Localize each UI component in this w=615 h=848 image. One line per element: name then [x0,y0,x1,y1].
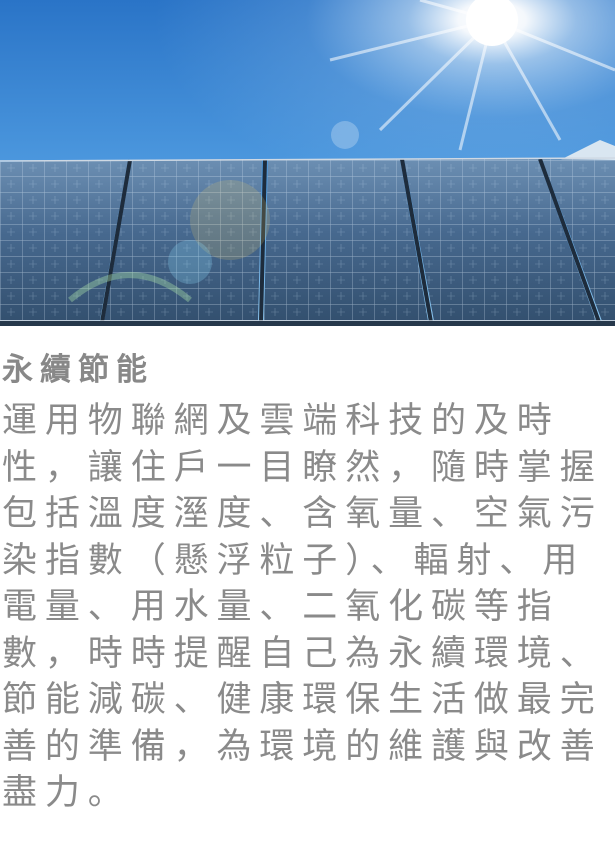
solar-panel-photo [0,0,615,326]
hero-image [0,0,615,326]
section-paragraph: 運用物聯網及雲端科技的及時性，讓住戶一目瞭然，隨時掌握包括溫度溼度、含氧量、空氣… [2,401,603,813]
page: 永續節能 運用物聯網及雲端科技的及時性，讓住戶一目瞭然，隨時掌握包括溫度溼度、含… [0,0,615,848]
section-title: 永續節能 [2,352,154,388]
text-section: 永續節能 運用物聯網及雲端科技的及時性，讓住戶一目瞭然，隨時掌握包括溫度溼度、含… [0,346,615,817]
